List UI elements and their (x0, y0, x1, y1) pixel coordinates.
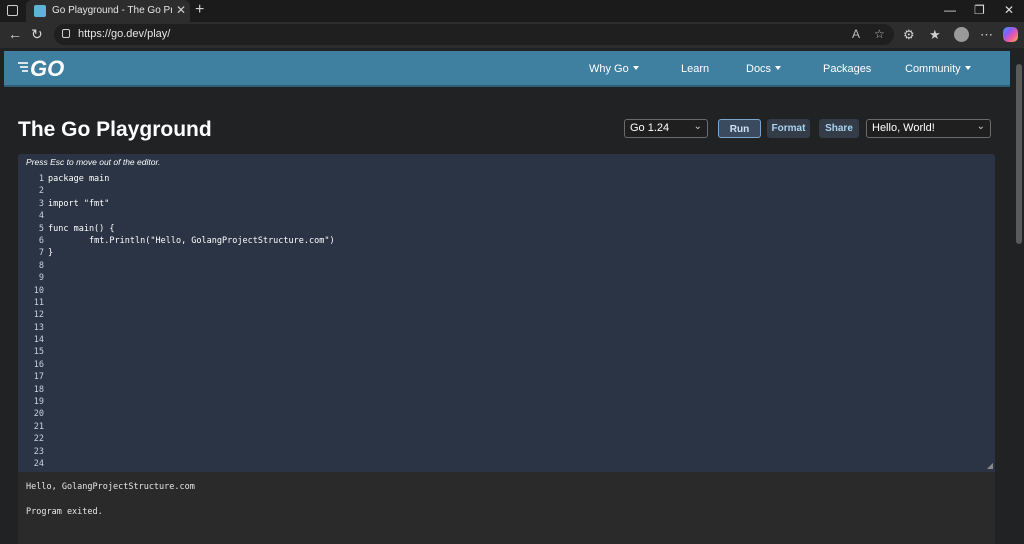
nav-community-label: Community (905, 63, 961, 75)
nav-why-go-label: Why Go (589, 63, 629, 75)
favorite-star-icon[interactable]: ☆ (874, 27, 885, 41)
new-tab-icon[interactable]: + (195, 1, 204, 19)
read-aloud-icon[interactable]: A (852, 27, 860, 41)
tab-title: Go Playground - The Go Programm (52, 5, 172, 16)
copilot-icon[interactable] (1003, 27, 1018, 42)
code-area[interactable]: package main import "fmt" func main() { fm… (48, 173, 335, 260)
line-number: 18 (33, 384, 44, 395)
lock-icon (62, 29, 70, 38)
address-bar[interactable]: https://go.dev/play/ A ☆ (54, 24, 894, 45)
line-number: 21 (33, 421, 44, 432)
line-number: 3 (38, 198, 44, 209)
close-tab-icon[interactable]: ✕ (176, 3, 186, 17)
example-value: Hello, World! (872, 122, 935, 134)
line-number: 11 (33, 297, 44, 308)
go-logo-icon[interactable]: GO (18, 57, 74, 79)
code-line[interactable] (48, 210, 335, 222)
code-line[interactable]: func main() { (48, 223, 335, 235)
address-toolbar: ← ↻ https://go.dev/play/ A ☆ ⚙ ★ ⋯ (0, 22, 1024, 48)
more-menu-icon[interactable]: ⋯ (980, 27, 993, 43)
minimize-icon[interactable]: — (944, 3, 956, 17)
line-number: 1 (38, 174, 44, 184)
line-number: 20 (33, 409, 44, 420)
nav-community[interactable]: Community (905, 63, 971, 75)
code-line[interactable]: import "fmt" (48, 198, 335, 210)
example-select[interactable]: Hello, World! ⌄ (866, 119, 991, 138)
svg-text:GO: GO (30, 57, 64, 79)
nav-docs[interactable]: Docs (746, 63, 782, 75)
code-line[interactable]: fmt.Println("Hello, GolangProjectStructu… (48, 235, 335, 247)
nav-learn-label: Learn (681, 63, 710, 75)
close-window-icon[interactable]: ✕ (1004, 3, 1014, 17)
line-number: 4 (38, 211, 44, 222)
chevron-down-icon (964, 66, 971, 70)
line-number: 2 (38, 186, 44, 197)
output-line: Hello, GolangProjectStructure.com (26, 482, 195, 492)
output-exit-line: Program exited. (26, 507, 103, 517)
line-number: 14 (33, 335, 44, 346)
code-line[interactable] (48, 185, 335, 197)
nav-why-go[interactable]: Why Go (589, 63, 639, 75)
line-number: 6 (38, 235, 44, 246)
go-site-header: GO Why Go Learn Docs Packages Community (4, 51, 1010, 87)
go-version-select[interactable]: Go 1.24 ⌄ (624, 119, 708, 138)
line-number: 10 (33, 285, 44, 296)
share-button[interactable]: Share (819, 119, 859, 138)
browser-tab-strip: Go Playground - The Go Programm ✕ + — ❐ … (0, 0, 1024, 22)
editor-hint: Press Esc to move out of the editor. (26, 157, 161, 167)
line-number: 19 (33, 397, 44, 408)
favorites-icon[interactable]: ★ (929, 27, 941, 43)
nav-packages-label: Packages (823, 63, 872, 75)
line-number: 13 (33, 322, 44, 333)
chevron-down-icon: ⌄ (693, 121, 702, 132)
nav-docs-label: Docs (746, 63, 772, 75)
line-number-gutter: 1 2 3 4 5 6 7 8 9 10 11 12 13 14 15 16 17 18 19 20 21 22 23 24 (22, 173, 44, 470)
run-button[interactable]: Run (718, 119, 761, 138)
line-number: 15 (33, 347, 44, 358)
extensions-icon[interactable]: ⚙ (903, 27, 915, 43)
chevron-down-icon (775, 66, 782, 70)
line-number: 7 (38, 248, 44, 259)
browser-tab[interactable]: Go Playground - The Go Programm ✕ (26, 0, 190, 22)
refresh-icon[interactable]: ↻ (31, 26, 43, 43)
line-number: 9 (38, 273, 44, 284)
line-number: 16 (33, 359, 44, 370)
restore-icon[interactable]: ❐ (974, 3, 985, 17)
url-text[interactable]: https://go.dev/play/ (78, 28, 170, 40)
chevron-down-icon: ⌄ (976, 121, 985, 132)
format-button[interactable]: Format (767, 119, 810, 138)
nav-learn[interactable]: Learn (681, 63, 709, 75)
code-line[interactable]: } (48, 247, 335, 259)
page-title: The Go Playground (18, 118, 212, 141)
line-number: 23 (33, 446, 44, 457)
line-number: 8 (38, 260, 44, 271)
chevron-down-icon (632, 66, 639, 70)
go-version-value: Go 1.24 (630, 122, 670, 134)
line-number: 17 (33, 372, 44, 383)
line-number: 22 (33, 434, 44, 445)
profile-avatar[interactable] (954, 27, 969, 42)
go-favicon-icon (34, 5, 46, 17)
line-number: 5 (38, 223, 44, 234)
line-number: 24 (33, 458, 44, 469)
page-scrollbar[interactable] (1016, 64, 1022, 244)
line-number: 12 (33, 310, 44, 321)
code-editor[interactable]: Press Esc to move out of the editor. 123… (18, 154, 995, 472)
code-line[interactable]: package main (48, 173, 335, 185)
output-panel: Hello, GolangProjectStructure.com Progra… (18, 472, 995, 544)
back-icon[interactable]: ← (8, 26, 22, 42)
tab-actions-icon[interactable] (7, 5, 18, 16)
page-viewport: GO Why Go Learn Docs Packages Community … (0, 48, 1024, 544)
resize-handle-icon[interactable]: ◢ (987, 461, 993, 470)
nav-packages[interactable]: Packages (823, 63, 871, 75)
